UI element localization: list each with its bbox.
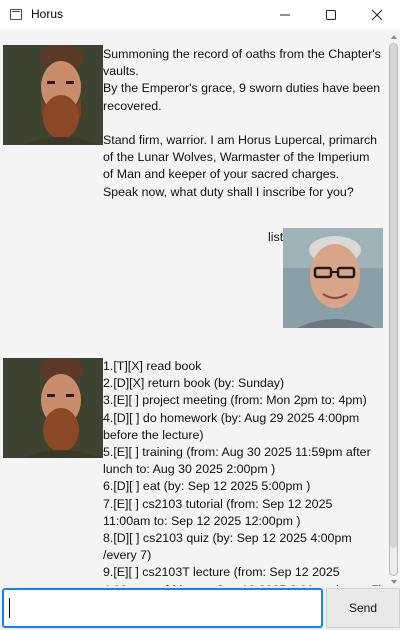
app-window-icon [10,9,22,20]
maximize-icon [326,10,336,20]
minimize-button[interactable] [262,0,308,30]
message-input[interactable] [2,588,323,628]
user-avatar [283,228,383,328]
window-title: Horus [31,7,64,21]
scroll-thumb[interactable] [390,44,397,548]
close-icon [371,9,383,21]
scroll-down-arrow-icon[interactable] [390,578,398,586]
scroll-up-arrow-icon[interactable] [390,33,398,41]
bot-message-text: Summoning the record of oaths from the C… [103,47,381,199]
send-button[interactable]: Send [326,588,400,628]
close-button[interactable] [354,0,400,30]
chat-history[interactable]: Summoning the record of oaths from the C… [0,30,400,586]
task-list-text: 1.[T][X] read book 2.[D][X] return book … [103,359,383,586]
minimize-icon [280,14,290,16]
bearded-man-avatar [3,358,103,458]
text-caret [9,598,10,618]
title-bar: Horus [0,0,400,30]
maximize-button[interactable] [308,0,354,30]
bearded-man-avatar [3,45,103,145]
